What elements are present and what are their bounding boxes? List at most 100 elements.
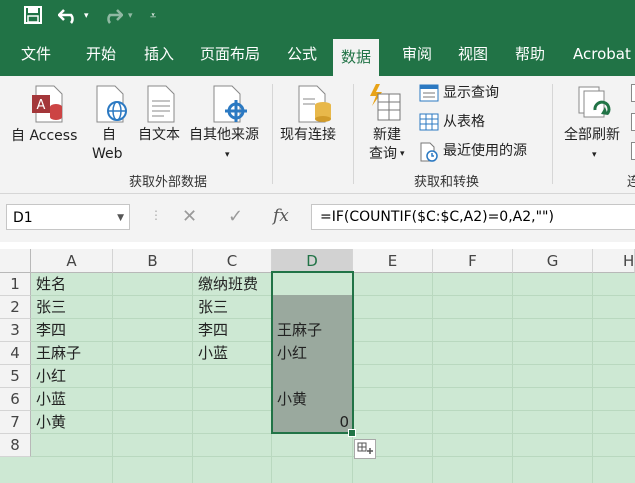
edit-links-icon[interactable] (631, 113, 635, 131)
row-header-7[interactable]: 7 (0, 411, 31, 434)
redo-dropdown-icon[interactable]: ▾ (128, 6, 133, 26)
insert-function-icon[interactable]: fx (273, 206, 289, 226)
chevron-down-icon[interactable]: ▼ (117, 205, 124, 231)
cell-c3[interactable]: 李四 (193, 319, 228, 342)
quick-analysis-button[interactable] (354, 439, 376, 459)
gridline (112, 273, 113, 483)
from-table-icon (419, 113, 439, 131)
from-other-sources-button[interactable]: 自其他来源 (189, 126, 259, 145)
select-all-corner[interactable] (0, 249, 31, 273)
cell-a6[interactable]: 小蓝 (31, 388, 66, 411)
show-queries-icon (419, 84, 439, 102)
chevron-down-icon[interactable]: ▾ (592, 146, 597, 165)
name-box[interactable]: D1 ▼ (6, 204, 130, 230)
column-header-g[interactable]: G (513, 249, 593, 273)
chevron-down-icon[interactable]: ▾ (225, 146, 230, 165)
formula-bar: D1 ▼ ⋮ ✕ ✓ fx =IF(COUNTIF($C:$C,A2)=0,A2… (0, 194, 635, 242)
from-web-label-2[interactable]: Web (92, 145, 123, 164)
ribbon-tabs: 文件 开始 插入 页面布局 公式 数据 审阅 视图 帮助 Acrobat (0, 33, 635, 76)
text-file-icon (147, 85, 175, 123)
cell-a5[interactable]: 小红 (31, 365, 66, 388)
new-query-label-1[interactable]: 新建 (373, 126, 401, 145)
refresh-all-icon (578, 86, 611, 118)
ribbon-divider (272, 84, 273, 184)
name-box-value: D1 (13, 210, 33, 226)
tab-help[interactable]: 帮助 (515, 33, 545, 76)
column-header-b[interactable]: B (113, 249, 193, 273)
customize-qat-icon[interactable]: ⩡ (150, 6, 156, 26)
tab-data[interactable]: 数据 (333, 39, 380, 76)
row-header-3[interactable]: 3 (0, 319, 31, 342)
gridline (31, 456, 635, 457)
group-label-get-transform: 获取和转换 (414, 175, 480, 190)
svg-text:A: A (37, 98, 46, 113)
cell-a4[interactable]: 王麻子 (31, 342, 81, 365)
row-header-1[interactable]: 1 (0, 273, 31, 296)
tab-acrobat[interactable]: Acrobat (573, 33, 631, 76)
formula-input[interactable]: =IF(COUNTIF($C:$C,A2)=0,A2,"") (311, 204, 635, 230)
cell-a3[interactable]: 李四 (31, 319, 66, 342)
gridline (432, 273, 433, 483)
cell-a7[interactable]: 小黄 (31, 411, 66, 434)
group-label-connections: 连 (627, 175, 635, 190)
gridline (512, 273, 513, 483)
cell-c2[interactable]: 张三 (193, 296, 228, 319)
ribbon-divider (552, 84, 553, 184)
undo-dropdown-icon[interactable]: ▾ (84, 6, 89, 26)
row-header-4[interactable]: 4 (0, 342, 31, 365)
column-header-h[interactable]: H (593, 249, 635, 273)
ribbon-data: A 自 Access 自 Web 自文本 自其他来源 ▾ 现有连接 获取外部数据 (0, 76, 635, 194)
column-header-c[interactable]: C (193, 249, 272, 273)
recent-sources-icon (420, 142, 438, 162)
column-header-e[interactable]: E (353, 249, 433, 273)
cell-c1[interactable]: 缴纳班费 (193, 273, 258, 296)
row-header-8[interactable]: 8 (0, 434, 31, 457)
row-header-5[interactable]: 5 (0, 365, 31, 388)
column-header-d[interactable]: D (272, 249, 353, 273)
column-header-a[interactable]: A (31, 249, 113, 273)
existing-connections-button[interactable]: 现有连接 (280, 126, 336, 145)
tab-page-layout[interactable]: 页面布局 (200, 33, 260, 76)
tab-file[interactable]: 文件 (21, 33, 51, 76)
row-header-6[interactable]: 6 (0, 388, 31, 411)
quick-analysis-icon (357, 442, 373, 454)
web-globe-icon (96, 85, 127, 123)
cancel-icon[interactable]: ✕ (182, 206, 197, 227)
undo-icon[interactable] (57, 6, 80, 29)
chevron-down-icon[interactable]: ▾ (400, 145, 405, 164)
connections-icon[interactable] (631, 142, 635, 160)
other-sources-icon (213, 85, 247, 123)
refresh-all-button[interactable]: 全部刷新 (564, 126, 620, 145)
gridline (592, 273, 593, 483)
tab-formulas[interactable]: 公式 (287, 33, 317, 76)
cell-a1[interactable]: 姓名 (31, 273, 66, 296)
drag-handle-icon[interactable]: ⋮ (150, 208, 162, 222)
properties-icon[interactable] (631, 84, 635, 102)
tab-home[interactable]: 开始 (86, 33, 116, 76)
tab-insert[interactable]: 插入 (144, 33, 174, 76)
new-query-label-2[interactable]: 查询 (369, 145, 397, 164)
group-label-external-data: 获取外部数据 (129, 175, 208, 190)
recent-sources-button[interactable]: 最近使用的源 (443, 142, 527, 161)
redo-icon[interactable] (101, 6, 124, 29)
save-icon[interactable] (24, 6, 42, 29)
from-text-button[interactable]: 自文本 (138, 126, 180, 145)
tab-review[interactable]: 审阅 (402, 33, 432, 76)
existing-connections-icon (298, 85, 331, 123)
from-table-button[interactable]: 从表格 (443, 113, 485, 132)
column-header-f[interactable]: F (433, 249, 513, 273)
selection-border (271, 271, 354, 434)
worksheet-grid[interactable]: A B C D E F G H 1 2 3 4 5 6 7 8 姓名 张三 李四… (0, 249, 635, 483)
tab-view[interactable]: 视图 (458, 33, 488, 76)
enter-icon[interactable]: ✓ (228, 206, 243, 227)
cell-a2[interactable]: 张三 (31, 296, 66, 319)
row-header-2[interactable]: 2 (0, 296, 31, 319)
fill-handle[interactable] (348, 429, 356, 437)
from-web-label-1[interactable]: 自 (102, 126, 116, 145)
new-query-icon (370, 84, 401, 121)
quick-access-toolbar: ▾ ▾ ⩡ (0, 0, 635, 33)
cell-c4[interactable]: 小蓝 (193, 342, 228, 365)
show-queries-button[interactable]: 显示查询 (443, 84, 499, 103)
access-db-icon: A (32, 85, 63, 123)
from-access-button[interactable]: 自 Access (11, 127, 77, 146)
